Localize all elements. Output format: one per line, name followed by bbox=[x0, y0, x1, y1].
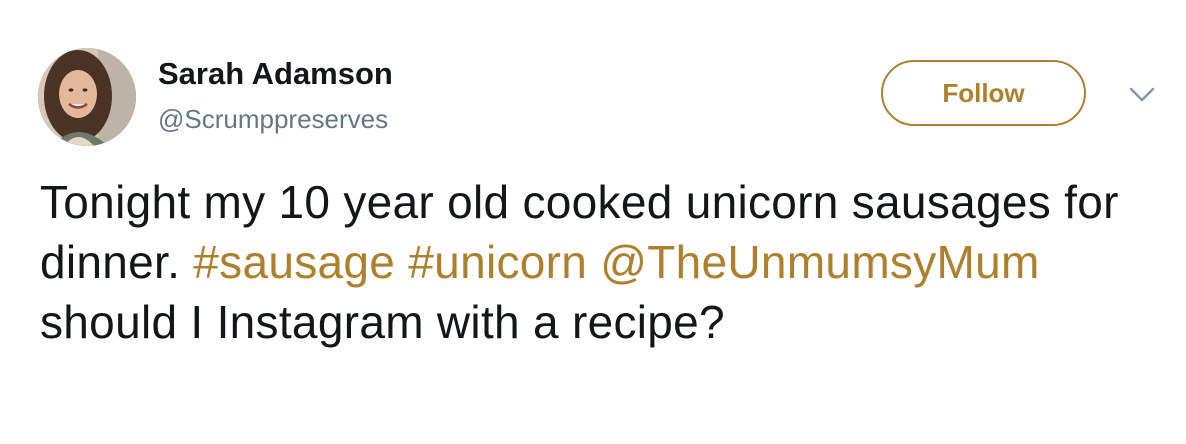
tweet-text: Tonight my 10 year old cooked unicorn sa… bbox=[40, 172, 1160, 352]
mention-link[interactable]: @TheUnmumsyMum bbox=[600, 236, 1039, 288]
hashtag-link[interactable]: #sausage bbox=[193, 236, 395, 288]
user-handle[interactable]: @Scrumppreserves bbox=[158, 104, 388, 135]
avatar-photo-icon bbox=[38, 48, 136, 146]
chevron-down-icon[interactable] bbox=[1127, 84, 1157, 106]
tweet-card: Sarah Adamson @Scrumppreserves Follow To… bbox=[0, 0, 1186, 444]
avatar[interactable] bbox=[38, 48, 136, 146]
tweet-text-segment bbox=[587, 236, 600, 288]
display-name[interactable]: Sarah Adamson bbox=[158, 56, 393, 92]
tweet-text-segment: should I Instagram with a recipe? bbox=[40, 296, 725, 348]
hashtag-link[interactable]: #unicorn bbox=[408, 236, 587, 288]
tweet-text-segment bbox=[395, 236, 408, 288]
follow-button[interactable]: Follow bbox=[881, 60, 1086, 126]
